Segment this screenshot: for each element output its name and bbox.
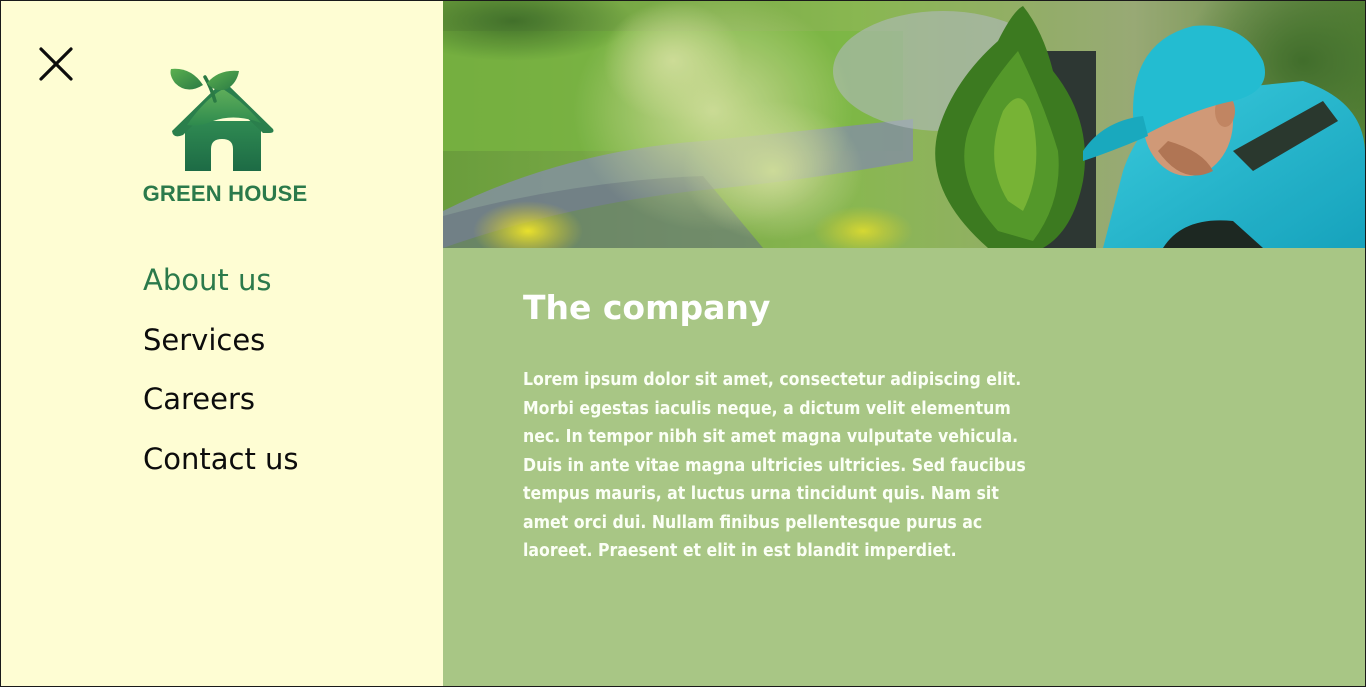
nav-item-contact-us[interactable]: Contact us — [143, 430, 299, 490]
section-body-text: Lorem ipsum dolor sit amet, consectetur … — [523, 370, 1026, 561]
brand-name: GREEN HOUSE — [142, 181, 308, 206]
section-title: The company — [523, 288, 771, 327]
page-frame: GREEN HOUSE About us Services Careers Co… — [0, 0, 1366, 687]
close-button[interactable] — [37, 45, 75, 83]
nav-item-about-us[interactable]: About us — [143, 251, 299, 311]
close-icon — [39, 47, 73, 81]
house-leaf-icon — [170, 68, 274, 171]
nav-item-careers[interactable]: Careers — [143, 370, 299, 430]
hero-image — [443, 1, 1365, 248]
sidebar-menu: GREEN HOUSE About us Services Careers Co… — [1, 1, 443, 686]
main-nav: About us Services Careers Contact us — [143, 251, 299, 489]
brand-logo[interactable]: GREEN HOUSE — [135, 63, 313, 213]
content-section: The company Lorem ipsum dolor sit amet, … — [443, 248, 1365, 686]
nav-item-services[interactable]: Services — [143, 311, 299, 371]
